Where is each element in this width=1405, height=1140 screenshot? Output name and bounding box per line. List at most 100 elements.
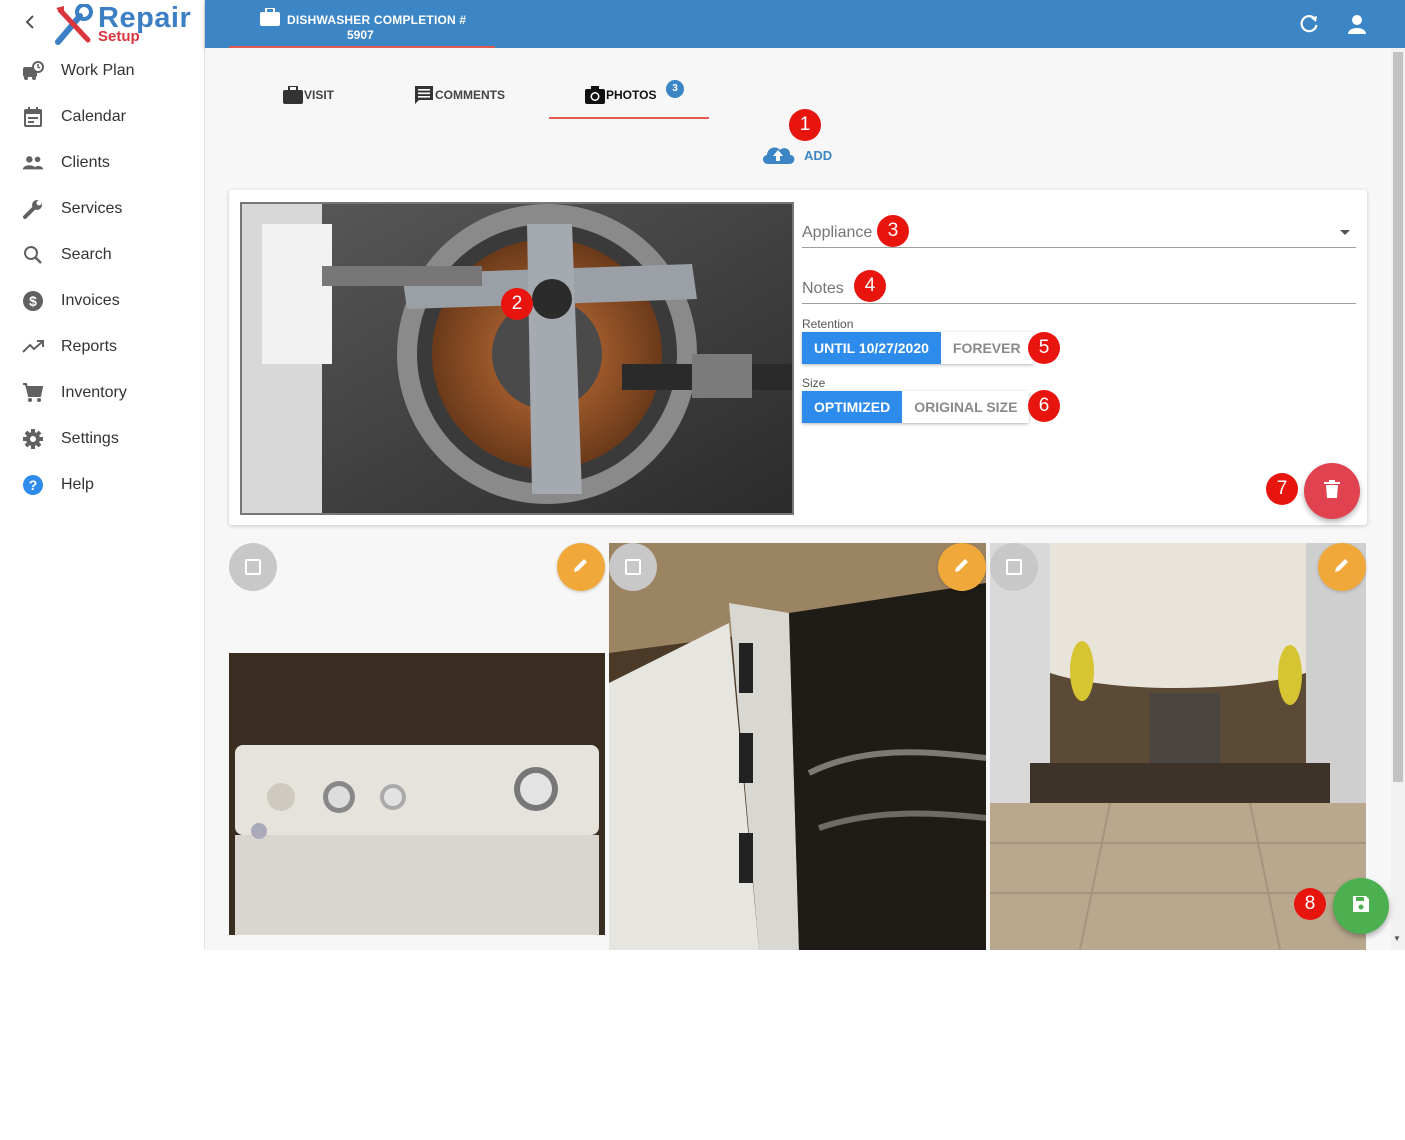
visit-number: 5907 bbox=[347, 28, 374, 42]
sidebar-item-work-plan[interactable]: Work Plan bbox=[0, 48, 204, 94]
notes-label: Notes bbox=[802, 280, 844, 297]
tab-comments[interactable]: COMMENTS bbox=[413, 70, 505, 120]
sidebar-item-label: Search bbox=[61, 246, 112, 263]
scrollbar-thumb[interactable] bbox=[1393, 52, 1403, 782]
sidebar-item-label: Work Plan bbox=[61, 62, 135, 79]
tab-photos-label: PHOTOS bbox=[606, 88, 657, 102]
annotation-marker-1: 1 bbox=[789, 109, 821, 141]
annotation-marker-5: 5 bbox=[1028, 332, 1060, 364]
checkbox-empty-icon bbox=[625, 559, 641, 575]
calendar-icon bbox=[22, 106, 44, 128]
app-root: Repair Setup Work Plan Calendar Clients … bbox=[0, 0, 1405, 950]
sidebar-item-label: Reports bbox=[61, 338, 118, 355]
dollar-icon: $ bbox=[22, 290, 44, 312]
top-header: DISHWASHER COMPLETION # 5907 bbox=[205, 0, 1405, 48]
scroll-down-arrow[interactable]: ▼ bbox=[1393, 934, 1401, 943]
edit-photo-button[interactable] bbox=[557, 543, 605, 591]
retention-option-until[interactable]: UNTIL 10/27/2020 bbox=[802, 332, 941, 364]
sidebar-item-label: Calendar bbox=[61, 108, 126, 125]
annotation-marker-6: 6 bbox=[1028, 390, 1060, 422]
work-plan-icon bbox=[22, 60, 44, 82]
annotation-marker-4: 4 bbox=[854, 270, 886, 302]
active-tab-indicator bbox=[549, 117, 709, 119]
delete-photo-button[interactable] bbox=[1304, 463, 1360, 519]
tab-visit[interactable]: VISIT bbox=[282, 70, 334, 120]
edit-photo-button[interactable] bbox=[1318, 543, 1366, 591]
wrench-icon bbox=[22, 198, 44, 220]
sidebar-item-label: Clients bbox=[61, 154, 110, 171]
appliance-label: Appliance bbox=[802, 224, 873, 241]
tab-photos[interactable]: PHOTOS bbox=[584, 70, 656, 120]
sidebar-item-clients[interactable]: Clients bbox=[0, 140, 204, 186]
sidebar-item-reports[interactable]: Reports bbox=[0, 324, 204, 370]
edit-photo-button[interactable] bbox=[938, 543, 986, 591]
sidebar-item-label: Inventory bbox=[61, 384, 127, 401]
save-button[interactable] bbox=[1333, 878, 1389, 934]
photos-count-badge: 3 bbox=[666, 80, 684, 98]
save-disk-icon bbox=[1352, 895, 1370, 918]
sidebar-nav: Work Plan Calendar Clients Services Sear… bbox=[0, 48, 204, 508]
sidebar-item-search[interactable]: Search bbox=[0, 232, 204, 278]
tools-logo-icon bbox=[55, 4, 93, 45]
photo-thumb-dishwasher-door[interactable] bbox=[609, 543, 986, 950]
size-option-original[interactable]: ORIGINAL SIZE bbox=[902, 391, 1030, 423]
select-photo-checkbox[interactable] bbox=[990, 543, 1038, 591]
size-option-optimized[interactable]: OPTIMIZED bbox=[802, 391, 903, 423]
sidebar-item-label: Invoices bbox=[61, 292, 120, 309]
annotation-marker-2: 2 bbox=[501, 288, 533, 320]
search-icon bbox=[22, 244, 44, 266]
app-logo: Repair Setup bbox=[52, 2, 197, 46]
size-toggle: OPTIMIZED ORIGINAL SIZE bbox=[802, 391, 1030, 423]
retention-label: Retention bbox=[802, 317, 854, 331]
checkbox-empty-icon bbox=[1006, 559, 1022, 575]
tab-visit-label: VISIT bbox=[304, 88, 335, 102]
pencil-icon bbox=[572, 556, 590, 579]
briefcase-icon bbox=[282, 84, 304, 106]
pencil-icon bbox=[953, 556, 971, 579]
comment-icon bbox=[413, 84, 435, 106]
tab-comments-label: COMMENTS bbox=[435, 88, 505, 102]
annotation-marker-8: 8 bbox=[1294, 888, 1326, 920]
sidebar-item-invoices[interactable]: $ Invoices bbox=[0, 278, 204, 324]
sidebar-item-calendar[interactable]: Calendar bbox=[0, 94, 204, 140]
annotation-marker-3: 3 bbox=[877, 215, 909, 247]
svg-text:?: ? bbox=[29, 477, 38, 493]
dropdown-caret-icon bbox=[1340, 230, 1350, 235]
sidebar-item-inventory[interactable]: Inventory bbox=[0, 370, 204, 416]
cloud-upload-icon bbox=[760, 140, 796, 171]
sidebar-item-label: Help bbox=[61, 476, 94, 493]
gear-icon bbox=[22, 428, 44, 450]
cart-icon bbox=[22, 382, 44, 404]
user-account-icon[interactable] bbox=[1346, 13, 1368, 35]
pencil-icon bbox=[1333, 556, 1351, 579]
trend-icon bbox=[22, 336, 44, 358]
select-photo-checkbox[interactable] bbox=[609, 543, 657, 591]
clients-icon bbox=[22, 152, 44, 174]
checkbox-empty-icon bbox=[245, 559, 261, 575]
visit-title-tab[interactable]: DISHWASHER COMPLETION # 5907 bbox=[229, 7, 495, 48]
sidebar: Repair Setup Work Plan Calendar Clients … bbox=[0, 0, 205, 950]
sidebar-item-services[interactable]: Services bbox=[0, 186, 204, 232]
sidebar-item-label: Services bbox=[61, 200, 123, 217]
select-photo-checkbox[interactable] bbox=[229, 543, 277, 591]
size-label: Size bbox=[802, 376, 826, 390]
sidebar-item-label: Settings bbox=[61, 430, 119, 447]
sidebar-item-help[interactable]: ? Help bbox=[0, 462, 204, 508]
svg-text:$: $ bbox=[29, 293, 37, 309]
briefcase-icon bbox=[260, 7, 280, 31]
sidebar-item-settings[interactable]: Settings bbox=[0, 416, 204, 462]
refresh-icon[interactable] bbox=[1298, 13, 1320, 35]
retention-option-forever[interactable]: FOREVER bbox=[940, 332, 1033, 364]
back-chevron-icon[interactable] bbox=[20, 12, 40, 36]
visit-title: DISHWASHER COMPLETION # bbox=[287, 13, 467, 27]
photo-thumb-dryer[interactable] bbox=[229, 653, 605, 935]
add-photo-button[interactable]: ADD bbox=[760, 140, 832, 170]
selected-photo-motor[interactable] bbox=[240, 202, 794, 515]
add-label: ADD bbox=[804, 147, 833, 163]
retention-toggle: UNTIL 10/27/2020 FOREVER bbox=[802, 332, 1033, 364]
trash-icon bbox=[1324, 479, 1340, 503]
visit-tabs: VISIT COMMENTS PHOTOS 3 bbox=[230, 70, 730, 122]
camera-icon bbox=[584, 84, 606, 106]
help-icon: ? bbox=[22, 474, 44, 496]
annotation-marker-7: 7 bbox=[1266, 473, 1298, 505]
